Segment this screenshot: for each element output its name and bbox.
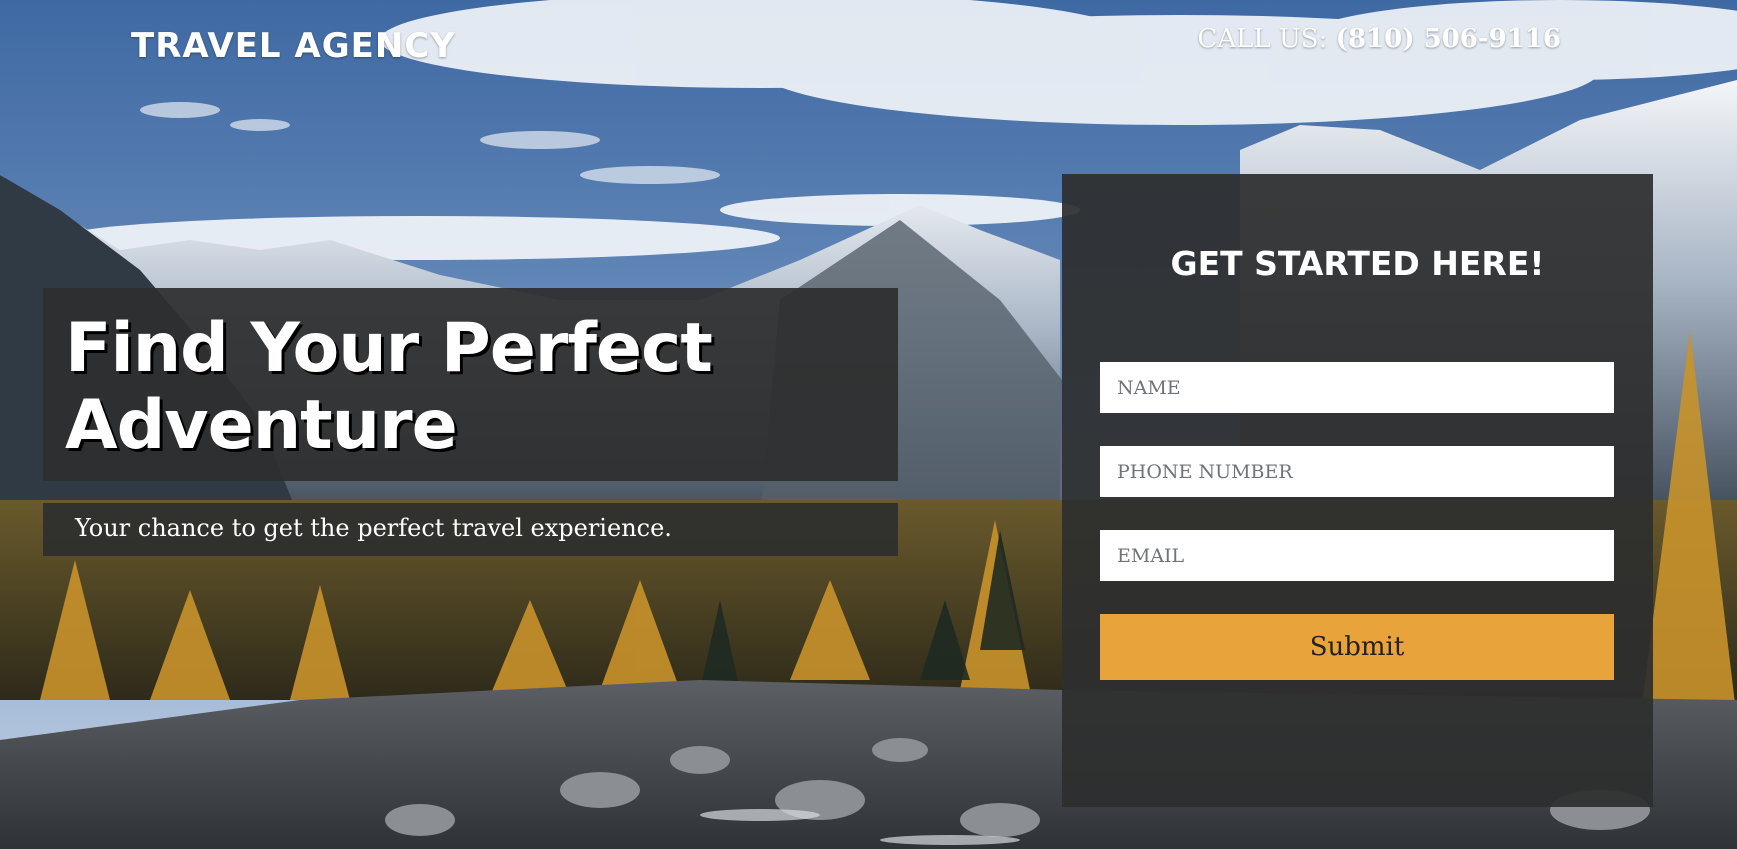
- phone-number-link[interactable]: (810) 506-9116: [1336, 24, 1561, 54]
- signup-form: GET STARTED HERE! Submit: [1062, 174, 1653, 807]
- hero-subtitle: Your chance to get the perfect travel ex…: [75, 514, 672, 542]
- email-input[interactable]: [1100, 530, 1614, 581]
- hero-title-panel: Find Your Perfect Adventure: [43, 288, 898, 481]
- submit-button[interactable]: Submit: [1100, 614, 1614, 680]
- call-us-label: CALL US:: [1197, 24, 1328, 54]
- form-title: GET STARTED HERE!: [1170, 244, 1545, 283]
- call-us: CALL US: (810) 506-9116: [1197, 24, 1561, 54]
- name-input[interactable]: [1100, 362, 1614, 413]
- phone-input[interactable]: [1100, 446, 1614, 497]
- hero-subtitle-panel: Your chance to get the perfect travel ex…: [43, 503, 898, 556]
- brand-logo-text[interactable]: TRAVEL AGENCY: [131, 26, 456, 66]
- hero-title: Find Your Perfect Adventure: [65, 309, 713, 465]
